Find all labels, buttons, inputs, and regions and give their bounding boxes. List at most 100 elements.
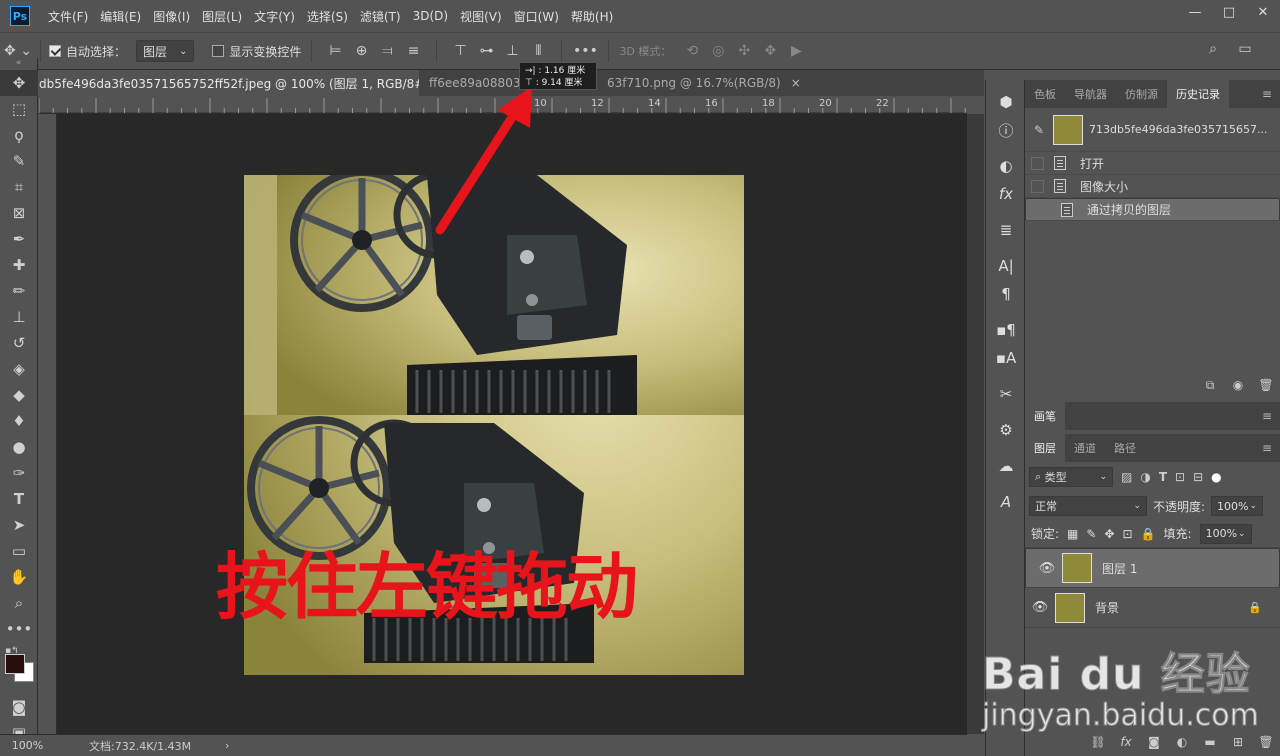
pixel-filter-icon[interactable]: ▨	[1121, 470, 1132, 484]
3d-scale-icon[interactable]: ▶	[783, 43, 809, 59]
eye-icon[interactable]: 👁	[1032, 561, 1062, 576]
tab-layers[interactable]: 图层	[1025, 434, 1065, 462]
add-mask-icon[interactable]: ◙	[1140, 735, 1168, 749]
history-item[interactable]: 打开	[1025, 152, 1280, 175]
crop-tool-icon[interactable]: ⌗	[0, 174, 38, 200]
eraser-tool-icon[interactable]: ◈	[0, 356, 38, 382]
new-layer-icon[interactable]: ⊞	[1224, 735, 1252, 749]
link-layers-icon[interactable]: ⛓	[1084, 735, 1112, 749]
tab-channels[interactable]: 通道	[1065, 434, 1105, 462]
3d-slide-icon[interactable]: ✥	[757, 43, 783, 59]
workspace-icon[interactable]: ▭	[1232, 41, 1258, 57]
lock-transparent-icon[interactable]: ▦	[1067, 527, 1078, 541]
history-source-box[interactable]	[1031, 156, 1044, 170]
zoom-level[interactable]: 100%	[0, 739, 55, 752]
align-bottom-icon[interactable]: ⊥	[499, 43, 525, 59]
menu-help[interactable]: 帮助(H)	[565, 8, 619, 25]
tab-document-1[interactable]: db5fe496da3fe03571565752ff52f.jpeg @ 100…	[39, 70, 419, 96]
close-button[interactable]: ✕	[1246, 0, 1280, 24]
minimize-button[interactable]: —	[1178, 0, 1212, 24]
lasso-tool-icon[interactable]: ϙ	[0, 122, 38, 148]
history-brush-tool-icon[interactable]: ↺	[0, 330, 38, 356]
info-panel-icon[interactable]: ⓘ	[986, 116, 1026, 144]
menu-window[interactable]: 窗口(W)	[508, 8, 565, 25]
layer-style-icon[interactable]: fx	[1112, 735, 1140, 749]
character-styles-icon[interactable]: ▪A	[986, 344, 1026, 372]
lock-position-icon[interactable]: ✥	[1104, 527, 1114, 541]
layer-row-layer1[interactable]: 👁 图层 1	[1025, 548, 1280, 588]
frame-tool-icon[interactable]: ⊠	[0, 200, 38, 226]
move-tool-preset-icon[interactable]: ✥ ⌄	[0, 43, 36, 59]
auto-select-dropdown[interactable]: 图层 ⌄	[136, 40, 195, 62]
lock-image-icon[interactable]: ✎	[1086, 527, 1096, 541]
quick-select-tool-icon[interactable]: ✎	[0, 148, 38, 174]
blend-mode-dropdown[interactable]: 正常 ⌄	[1029, 496, 1147, 516]
dodge-tool-icon[interactable]: ●	[0, 434, 38, 460]
clone-stamp-tool-icon[interactable]: ⊥	[0, 304, 38, 330]
align-vcenter-icon[interactable]: ⊶	[473, 43, 499, 59]
tab-swatches[interactable]: 色板	[1025, 80, 1065, 108]
smart-object-filter-icon[interactable]: ⊟	[1193, 470, 1203, 484]
3d-pan-icon[interactable]: ✣	[731, 43, 757, 59]
tools-panel-icon[interactable]: ✂	[986, 380, 1026, 408]
hand-tool-icon[interactable]: ✋	[0, 564, 38, 590]
brush-settings-icon[interactable]: ≣	[986, 216, 1026, 244]
rectangle-tool-icon[interactable]: ▭	[0, 538, 38, 564]
paragraph-panel-icon[interactable]: ¶	[986, 280, 1026, 308]
menu-select[interactable]: 选择(S)	[301, 8, 354, 25]
styles-panel-icon[interactable]: fx	[986, 180, 1026, 208]
type-tool-icon[interactable]: T	[0, 486, 38, 512]
character-panel-icon[interactable]: A|	[986, 252, 1026, 280]
adjustment-filter-icon[interactable]: ◑	[1140, 470, 1150, 484]
menu-file[interactable]: 文件(F)	[42, 8, 94, 25]
history-source-box[interactable]	[1038, 203, 1051, 216]
filter-kind-dropdown[interactable]: ⌕ 类型 ⌄	[1029, 467, 1113, 487]
tab-navigator[interactable]: 导航器	[1065, 80, 1116, 108]
history-source-box[interactable]	[1031, 179, 1044, 193]
tab-clone-source[interactable]: 仿制源	[1116, 80, 1167, 108]
tab-brush[interactable]: 画笔	[1025, 402, 1065, 430]
menu-layer[interactable]: 图层(L)	[196, 8, 248, 25]
new-document-from-state-icon[interactable]: ⧉	[1196, 378, 1224, 393]
pen-tool-icon[interactable]: ✑	[0, 460, 38, 486]
opacity-input[interactable]: 100% ⌄	[1211, 496, 1264, 516]
3d-panel-icon[interactable]: ⬢	[986, 88, 1026, 116]
foreground-color-swatch[interactable]	[5, 654, 25, 674]
auto-select-checkbox[interactable]	[49, 45, 61, 57]
collapse-arrows-icon[interactable]: «	[0, 58, 37, 70]
type-filter-icon[interactable]: T	[1159, 470, 1167, 484]
vertical-scrollbar[interactable]	[967, 114, 984, 734]
align-right-icon[interactable]: ⫤	[374, 43, 400, 59]
3d-rotate-icon[interactable]: ⟲	[679, 43, 705, 59]
marquee-tool-icon[interactable]: ⬚	[0, 96, 38, 122]
blur-tool-icon[interactable]: ♦	[0, 408, 38, 434]
menu-image[interactable]: 图像(I)	[147, 8, 196, 25]
menu-filter[interactable]: 滤镜(T)	[354, 8, 407, 25]
menu-view[interactable]: 视图(V)	[454, 8, 508, 25]
menu-3d[interactable]: 3D(D)	[407, 9, 454, 23]
filter-toggle-icon[interactable]: ●	[1211, 470, 1221, 484]
fill-input[interactable]: 100% ⌄	[1199, 523, 1252, 544]
delete-layer-icon[interactable]: 🗑	[1252, 735, 1280, 749]
status-arrow-icon[interactable]: ›	[225, 739, 229, 752]
3d-roll-icon[interactable]: ◎	[705, 43, 731, 59]
history-item[interactable]: 图像大小	[1025, 175, 1280, 198]
path-select-tool-icon[interactable]: ➤	[0, 512, 38, 538]
menu-edit[interactable]: 编辑(E)	[94, 8, 147, 25]
healing-brush-tool-icon[interactable]: ✚	[0, 252, 38, 278]
lock-all-icon[interactable]: 🔒	[1141, 527, 1156, 541]
move-tool-icon[interactable]: ✥	[0, 70, 38, 96]
paragraph-styles-icon[interactable]: ▪¶	[986, 316, 1026, 344]
layer-row-background[interactable]: 👁 背景 🔒	[1025, 588, 1280, 628]
tab-history[interactable]: 历史记录	[1167, 80, 1229, 108]
shape-filter-icon[interactable]: ⊡	[1175, 470, 1185, 484]
history-brush-source-icon[interactable]: ✎	[1025, 123, 1053, 137]
delete-icon[interactable]: 🗑	[1252, 378, 1280, 392]
close-tab-icon[interactable]: ×	[791, 76, 801, 90]
panel-menu-icon[interactable]: ≡	[1254, 434, 1280, 462]
distribute-icon[interactable]: ≡	[400, 43, 426, 59]
search-icon[interactable]: ⌕	[1200, 41, 1226, 57]
brush-tool-icon[interactable]: ✏	[0, 278, 38, 304]
quick-mask-icon[interactable]: ◙	[0, 694, 38, 720]
distribute-vertical-icon[interactable]: ⦀	[525, 43, 551, 59]
